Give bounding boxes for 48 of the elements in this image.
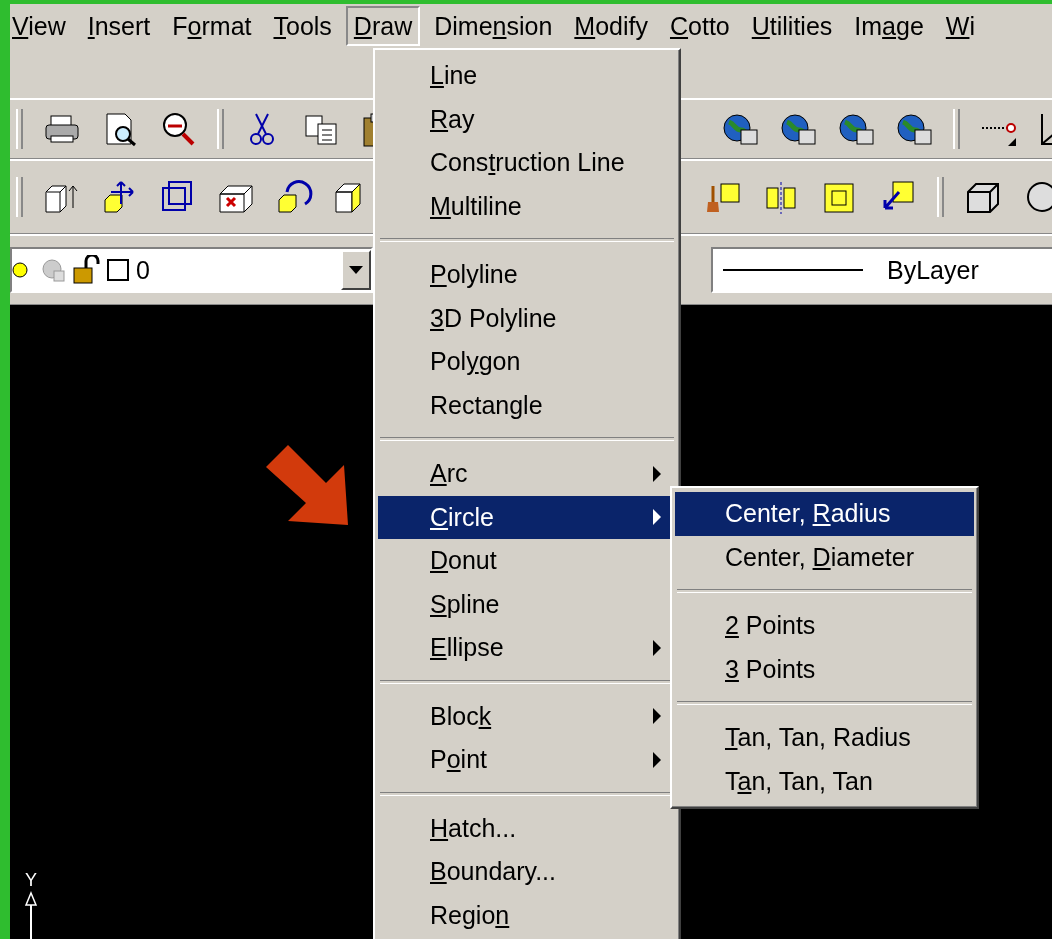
menu-title[interactable]: Cotto <box>662 6 738 46</box>
caret-icon <box>349 266 363 274</box>
rotate-icon[interactable] <box>275 178 313 216</box>
menu-title[interactable]: Tools <box>265 6 340 46</box>
toolbar-separator <box>16 109 23 149</box>
menu-title[interactable]: Modify <box>566 6 656 46</box>
menu-title[interactable]: Wi <box>937 6 983 46</box>
line-sample-icon <box>723 268 863 272</box>
menu-item[interactable]: Boundary... <box>378 850 676 894</box>
menu-item[interactable]: Line <box>378 54 676 98</box>
menu-item[interactable]: Multiline <box>378 184 676 228</box>
menu-title[interactable]: Format <box>164 6 260 46</box>
linetype-dropdown[interactable]: ByLayer <box>711 247 1052 293</box>
menu-item[interactable]: Hatch... <box>378 806 676 850</box>
menu-item[interactable]: Polygon <box>378 340 676 384</box>
menu-title[interactable]: Dimension <box>426 6 561 46</box>
menu-title[interactable]: Utilities <box>743 6 841 46</box>
menu-item[interactable]: 3D Polyline <box>378 296 676 340</box>
menu-item[interactable]: Tan, Tan, Radius <box>675 716 974 760</box>
menu-item[interactable]: Rectangle <box>378 383 676 427</box>
menu-item[interactable]: Construction Line <box>378 141 676 185</box>
axis-label: Y <box>25 870 37 891</box>
freeze-icon <box>40 257 66 283</box>
pointer-arrow-icon <box>266 445 350 527</box>
menu-item[interactable]: Tan, Tan, Tan <box>675 759 974 803</box>
menu-item[interactable]: Center, Diameter <box>675 535 974 579</box>
menu-item[interactable]: Region <box>378 893 676 937</box>
toolbar-separator <box>937 177 944 217</box>
layer-name: 0 <box>136 255 150 285</box>
menu-item[interactable]: Polyline <box>378 253 676 297</box>
layer-dropdown[interactable]: 0 <box>10 247 373 293</box>
menu-item[interactable]: Arc <box>378 452 676 496</box>
menu-title[interactable]: Image <box>846 6 932 46</box>
menu-title[interactable]: View <box>10 6 74 46</box>
y-axis-arrow-icon <box>24 891 38 939</box>
square-icon <box>106 258 130 282</box>
menu-title[interactable]: Draw <box>345 6 421 46</box>
menu-item[interactable]: Ray <box>378 97 676 141</box>
toolbar-separator <box>953 109 960 149</box>
lock-icon <box>72 255 100 285</box>
dropdown-button[interactable] <box>341 250 371 290</box>
menu-item[interactable]: Center, Radius <box>675 492 974 536</box>
menu-item[interactable]: 3 Points <box>675 647 974 691</box>
menu-item[interactable]: 2 Points <box>675 604 974 648</box>
toolbar-separator <box>217 109 224 149</box>
toolbar-separator <box>16 177 23 217</box>
linetype-name: ByLayer <box>887 255 979 285</box>
menu-title[interactable]: Insert <box>79 6 159 46</box>
